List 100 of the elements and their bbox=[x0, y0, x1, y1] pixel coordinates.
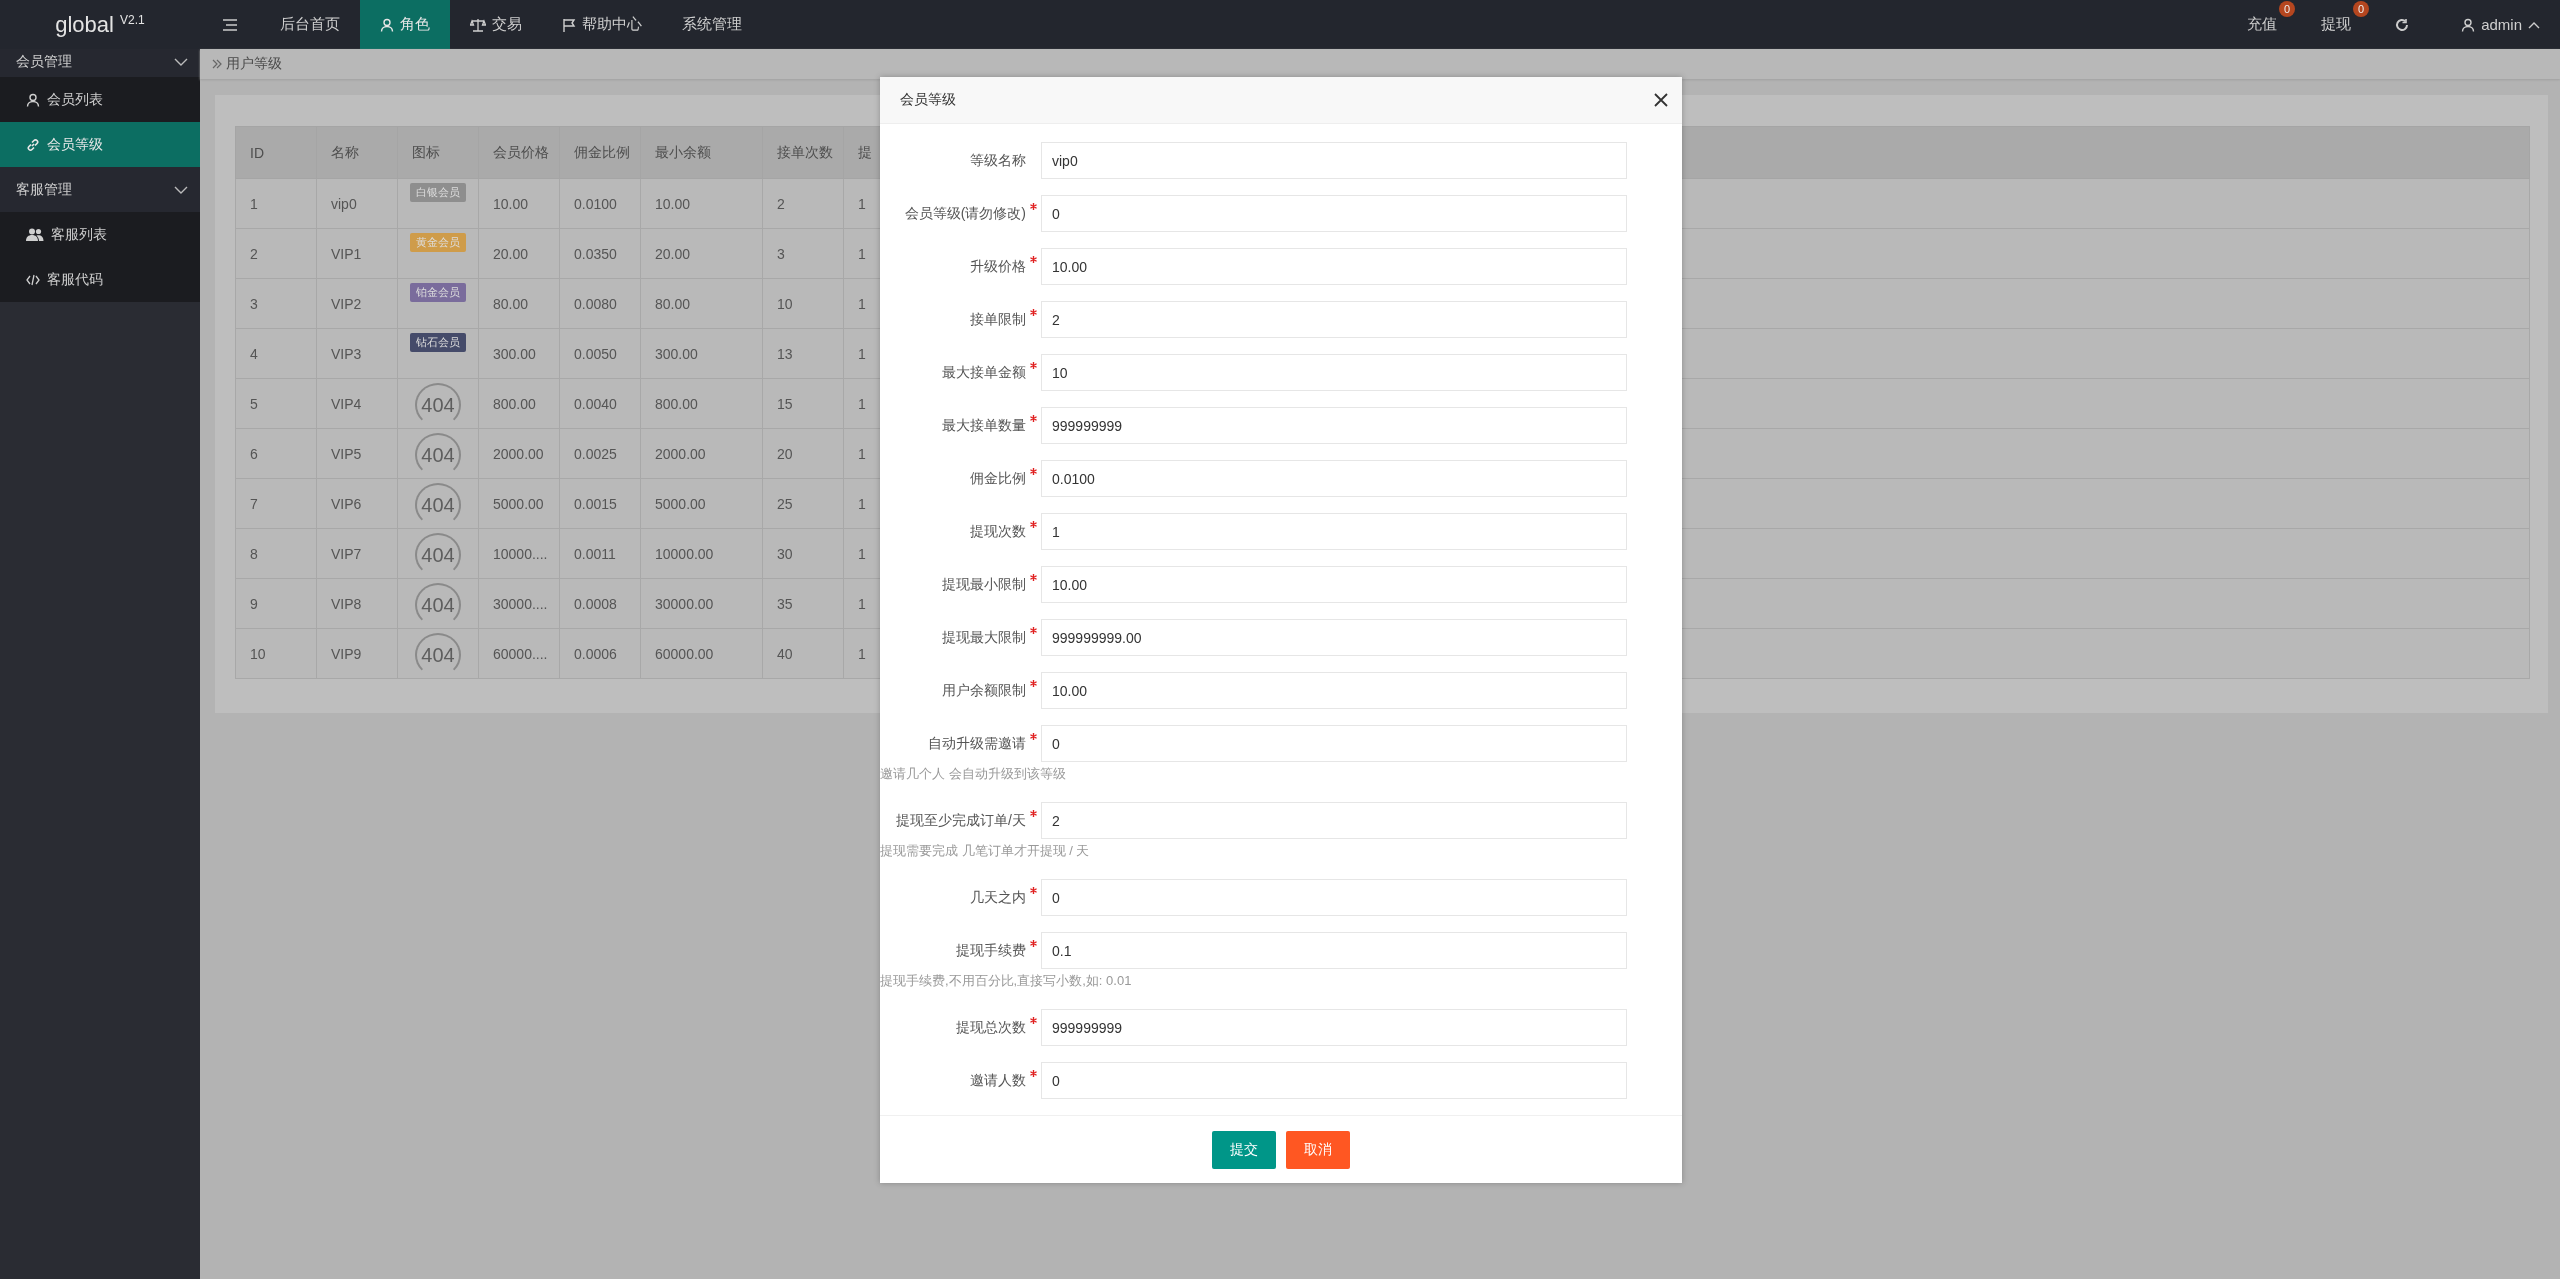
column-header: 接单次数 bbox=[762, 126, 844, 179]
scale-icon bbox=[470, 17, 486, 32]
table-cell: VIP2 bbox=[316, 278, 398, 329]
people-icon bbox=[26, 228, 44, 241]
table-cell: VIP6 bbox=[316, 478, 398, 529]
menu-item[interactable]: 会员等级 bbox=[0, 122, 200, 167]
user-menu[interactable]: admin bbox=[2431, 0, 2560, 49]
table-cell: 3 bbox=[762, 228, 844, 279]
level-badge: 钻石会员 bbox=[410, 333, 466, 352]
input-field[interactable]: 0 bbox=[1041, 725, 1627, 762]
input-field[interactable]: 2 bbox=[1041, 301, 1627, 338]
input-field[interactable]: 999999999 bbox=[1041, 407, 1627, 444]
table-cell: 30 bbox=[762, 528, 844, 579]
submit-button[interactable]: 提交 bbox=[1212, 1131, 1276, 1169]
table-cell: 9 bbox=[235, 578, 317, 629]
column-header: 图标 bbox=[397, 126, 479, 179]
flag-icon bbox=[562, 17, 576, 32]
nav-tab[interactable]: 角色 bbox=[360, 0, 450, 49]
caret-icon bbox=[2528, 20, 2540, 29]
field-label: 用户余额限制 bbox=[941, 681, 1026, 700]
table-cell: 0.0011 bbox=[559, 528, 641, 579]
input-field[interactable]: 1 bbox=[1041, 513, 1627, 550]
input-field[interactable]: 0 bbox=[1041, 195, 1627, 232]
table-cell: 10 bbox=[762, 278, 844, 329]
table-cell: VIP3 bbox=[316, 328, 398, 379]
input-field[interactable]: 2 bbox=[1041, 802, 1627, 839]
menu-icon[interactable] bbox=[223, 18, 237, 31]
table-cell: 0.0008 bbox=[559, 578, 641, 629]
breadcrumb[interactable]: 用户等级 bbox=[226, 55, 282, 73]
field-label: 提现手续费 bbox=[955, 941, 1026, 960]
table-cell: 5 bbox=[235, 378, 317, 429]
nav-tab[interactable]: 系统管理 bbox=[662, 0, 762, 49]
table-cell: 10.00 bbox=[478, 178, 560, 229]
modal-title: 会员等级 bbox=[900, 91, 956, 109]
level-badge: 铂金会员 bbox=[410, 283, 466, 302]
table-cell: 80.00 bbox=[640, 278, 763, 329]
table-cell: 0.0050 bbox=[559, 328, 641, 379]
table-cell: 0.0350 bbox=[559, 228, 641, 279]
close-icon[interactable] bbox=[1654, 93, 1668, 107]
table-cell: 60000.... bbox=[478, 628, 560, 679]
column-header: 佣金比例 bbox=[559, 126, 641, 179]
input-field[interactable]: 10.00 bbox=[1041, 566, 1627, 603]
table-cell: 8 bbox=[235, 528, 317, 579]
field-hint: 提现手续费,不用百分比,直接写小数,如: 0.01 bbox=[880, 972, 1133, 990]
input-field[interactable]: 10.00 bbox=[1041, 248, 1627, 285]
person-icon bbox=[2461, 17, 2476, 32]
table-cell: 40 bbox=[762, 628, 844, 679]
nav-tab[interactable]: 帮助中心 bbox=[542, 0, 662, 49]
table-cell: 25 bbox=[762, 478, 844, 529]
table-cell: 20.00 bbox=[478, 228, 560, 279]
menu-group[interactable]: 客服管理 bbox=[0, 167, 200, 212]
table-cell: 2000.00 bbox=[640, 428, 763, 479]
field-label: 自动升级需邀请 bbox=[927, 734, 1026, 753]
table-cell: VIP9 bbox=[316, 628, 398, 679]
table-cell: 60000.00 bbox=[640, 628, 763, 679]
table-cell: 10 bbox=[235, 628, 317, 679]
menu-item[interactable]: 客服列表 bbox=[0, 212, 200, 257]
link-icon bbox=[26, 137, 40, 152]
input-field[interactable]: 10 bbox=[1041, 354, 1627, 391]
input-field[interactable]: 999999999 bbox=[1041, 1009, 1627, 1046]
field-label: 提现至少完成订单/天 bbox=[895, 811, 1026, 830]
table-cell: 30000.... bbox=[478, 578, 560, 629]
menu-item[interactable]: 会员列表 bbox=[0, 77, 200, 122]
table-cell: 35 bbox=[762, 578, 844, 629]
field-label: 接单限制 bbox=[969, 310, 1026, 329]
table-cell: VIP8 bbox=[316, 578, 398, 629]
nav-tab[interactable]: 交易 bbox=[450, 0, 542, 49]
table-cell: 3 bbox=[235, 278, 317, 329]
column-header: 最小余额 bbox=[640, 126, 763, 179]
input-field[interactable]: 999999999.00 bbox=[1041, 619, 1627, 656]
menu-item[interactable]: 客服代码 bbox=[0, 257, 200, 302]
count-badge: 0 bbox=[2353, 1, 2370, 17]
top-link[interactable]: 充值 bbox=[2247, 15, 2278, 34]
input-field[interactable]: vip0 bbox=[1041, 142, 1627, 179]
nav-tab[interactable]: 后台首页 bbox=[260, 0, 360, 49]
menu-group[interactable]: 会员管理 bbox=[0, 49, 200, 77]
input-field[interactable]: 0 bbox=[1041, 879, 1627, 916]
input-field[interactable]: 10.00 bbox=[1041, 672, 1627, 709]
table-cell: 10000.00 bbox=[640, 528, 763, 579]
chevrons-icon bbox=[212, 59, 222, 69]
level-badge: 黄金会员 bbox=[410, 233, 466, 252]
field-label: 几天之内 bbox=[969, 888, 1026, 907]
table-cell: VIP4 bbox=[316, 378, 398, 429]
table-cell: 10000.... bbox=[478, 528, 560, 579]
field-hint: 邀请几个人 会自动升级到该等级 bbox=[880, 765, 1067, 783]
input-field[interactable]: 0.0100 bbox=[1041, 460, 1627, 497]
input-field[interactable]: 0.1 bbox=[1041, 932, 1627, 969]
refresh-icon[interactable] bbox=[2395, 17, 2410, 32]
input-field[interactable]: 0 bbox=[1041, 1062, 1627, 1099]
person-icon bbox=[380, 17, 394, 32]
table-cell: 0.0025 bbox=[559, 428, 641, 479]
table-cell: 0.0100 bbox=[559, 178, 641, 229]
table-cell: vip0 bbox=[316, 178, 398, 229]
table-cell: 10.00 bbox=[640, 178, 763, 229]
table-cell: 6 bbox=[235, 428, 317, 479]
top-link[interactable]: 提现 bbox=[2321, 15, 2352, 34]
table-cell: 80.00 bbox=[478, 278, 560, 329]
person-icon bbox=[26, 92, 40, 107]
table-cell: 300.00 bbox=[640, 328, 763, 379]
field-label: 会员等级(请勿修改) bbox=[903, 204, 1026, 223]
